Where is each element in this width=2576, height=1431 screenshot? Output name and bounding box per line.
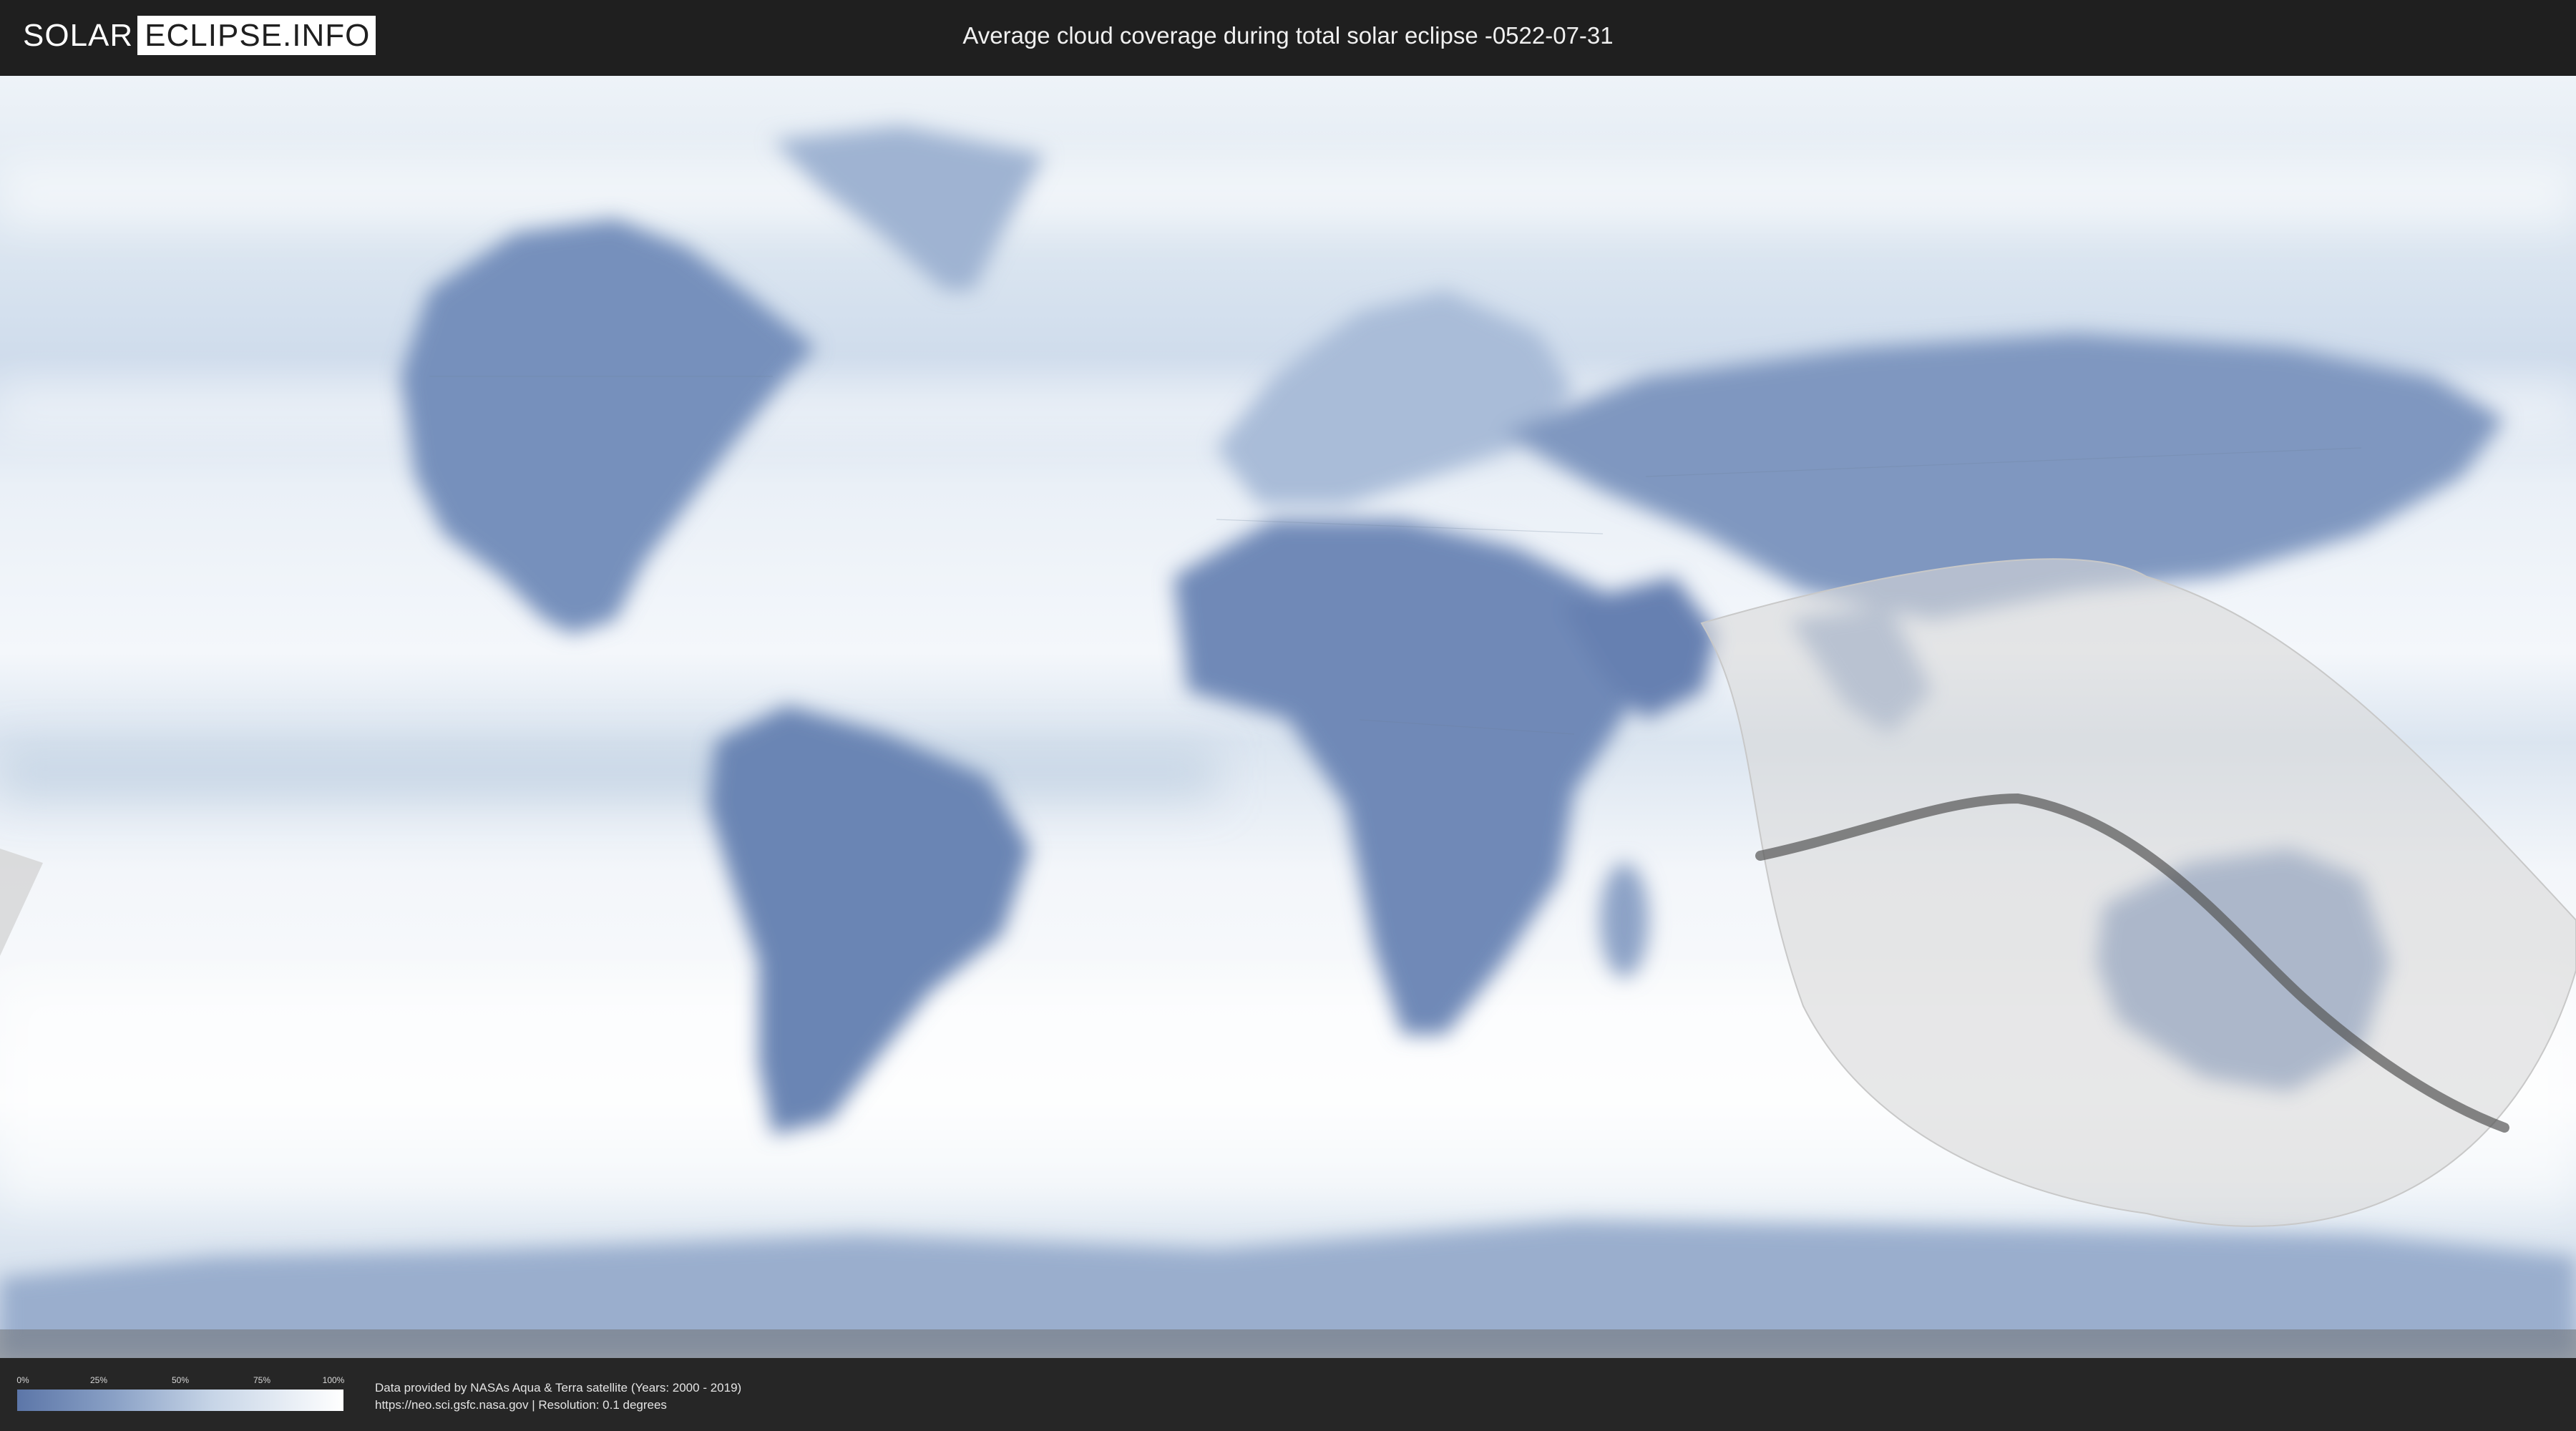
page-title: Average cloud coverage during total sola… xyxy=(962,22,1614,49)
legend-tick-50: 50% xyxy=(171,1375,190,1385)
credit-source: Data provided by NASAs Aqua & Terra sate… xyxy=(375,1381,742,1395)
legend-tick-75: 75% xyxy=(253,1375,271,1385)
map-bottom-shade xyxy=(0,1329,2576,1358)
world-map-svg xyxy=(0,76,2576,1358)
legend-color-bar xyxy=(17,1390,343,1411)
data-credit: Data provided by NASAs Aqua & Terra sate… xyxy=(375,1379,741,1414)
credit-url-resolution[interactable]: https://neo.sci.gsfc.nasa.gov | Resoluti… xyxy=(375,1397,741,1414)
cloud-coverage-map xyxy=(0,76,2576,1358)
legend-tick-100: 100% xyxy=(322,1375,345,1385)
footer-bar: 0% 25% 50% 75% 100% Data provided by NAS… xyxy=(0,1358,2576,1431)
cloud-coverage-legend: 0% 25% 50% 75% 100% xyxy=(16,1375,345,1415)
legend-tick-0: 0% xyxy=(16,1375,29,1385)
header-bar: SOLAR ECLIPSE.INFO Average cloud coverag… xyxy=(0,0,2576,74)
legend-tick-25: 25% xyxy=(89,1375,108,1385)
land-madagascar xyxy=(1600,863,1649,977)
